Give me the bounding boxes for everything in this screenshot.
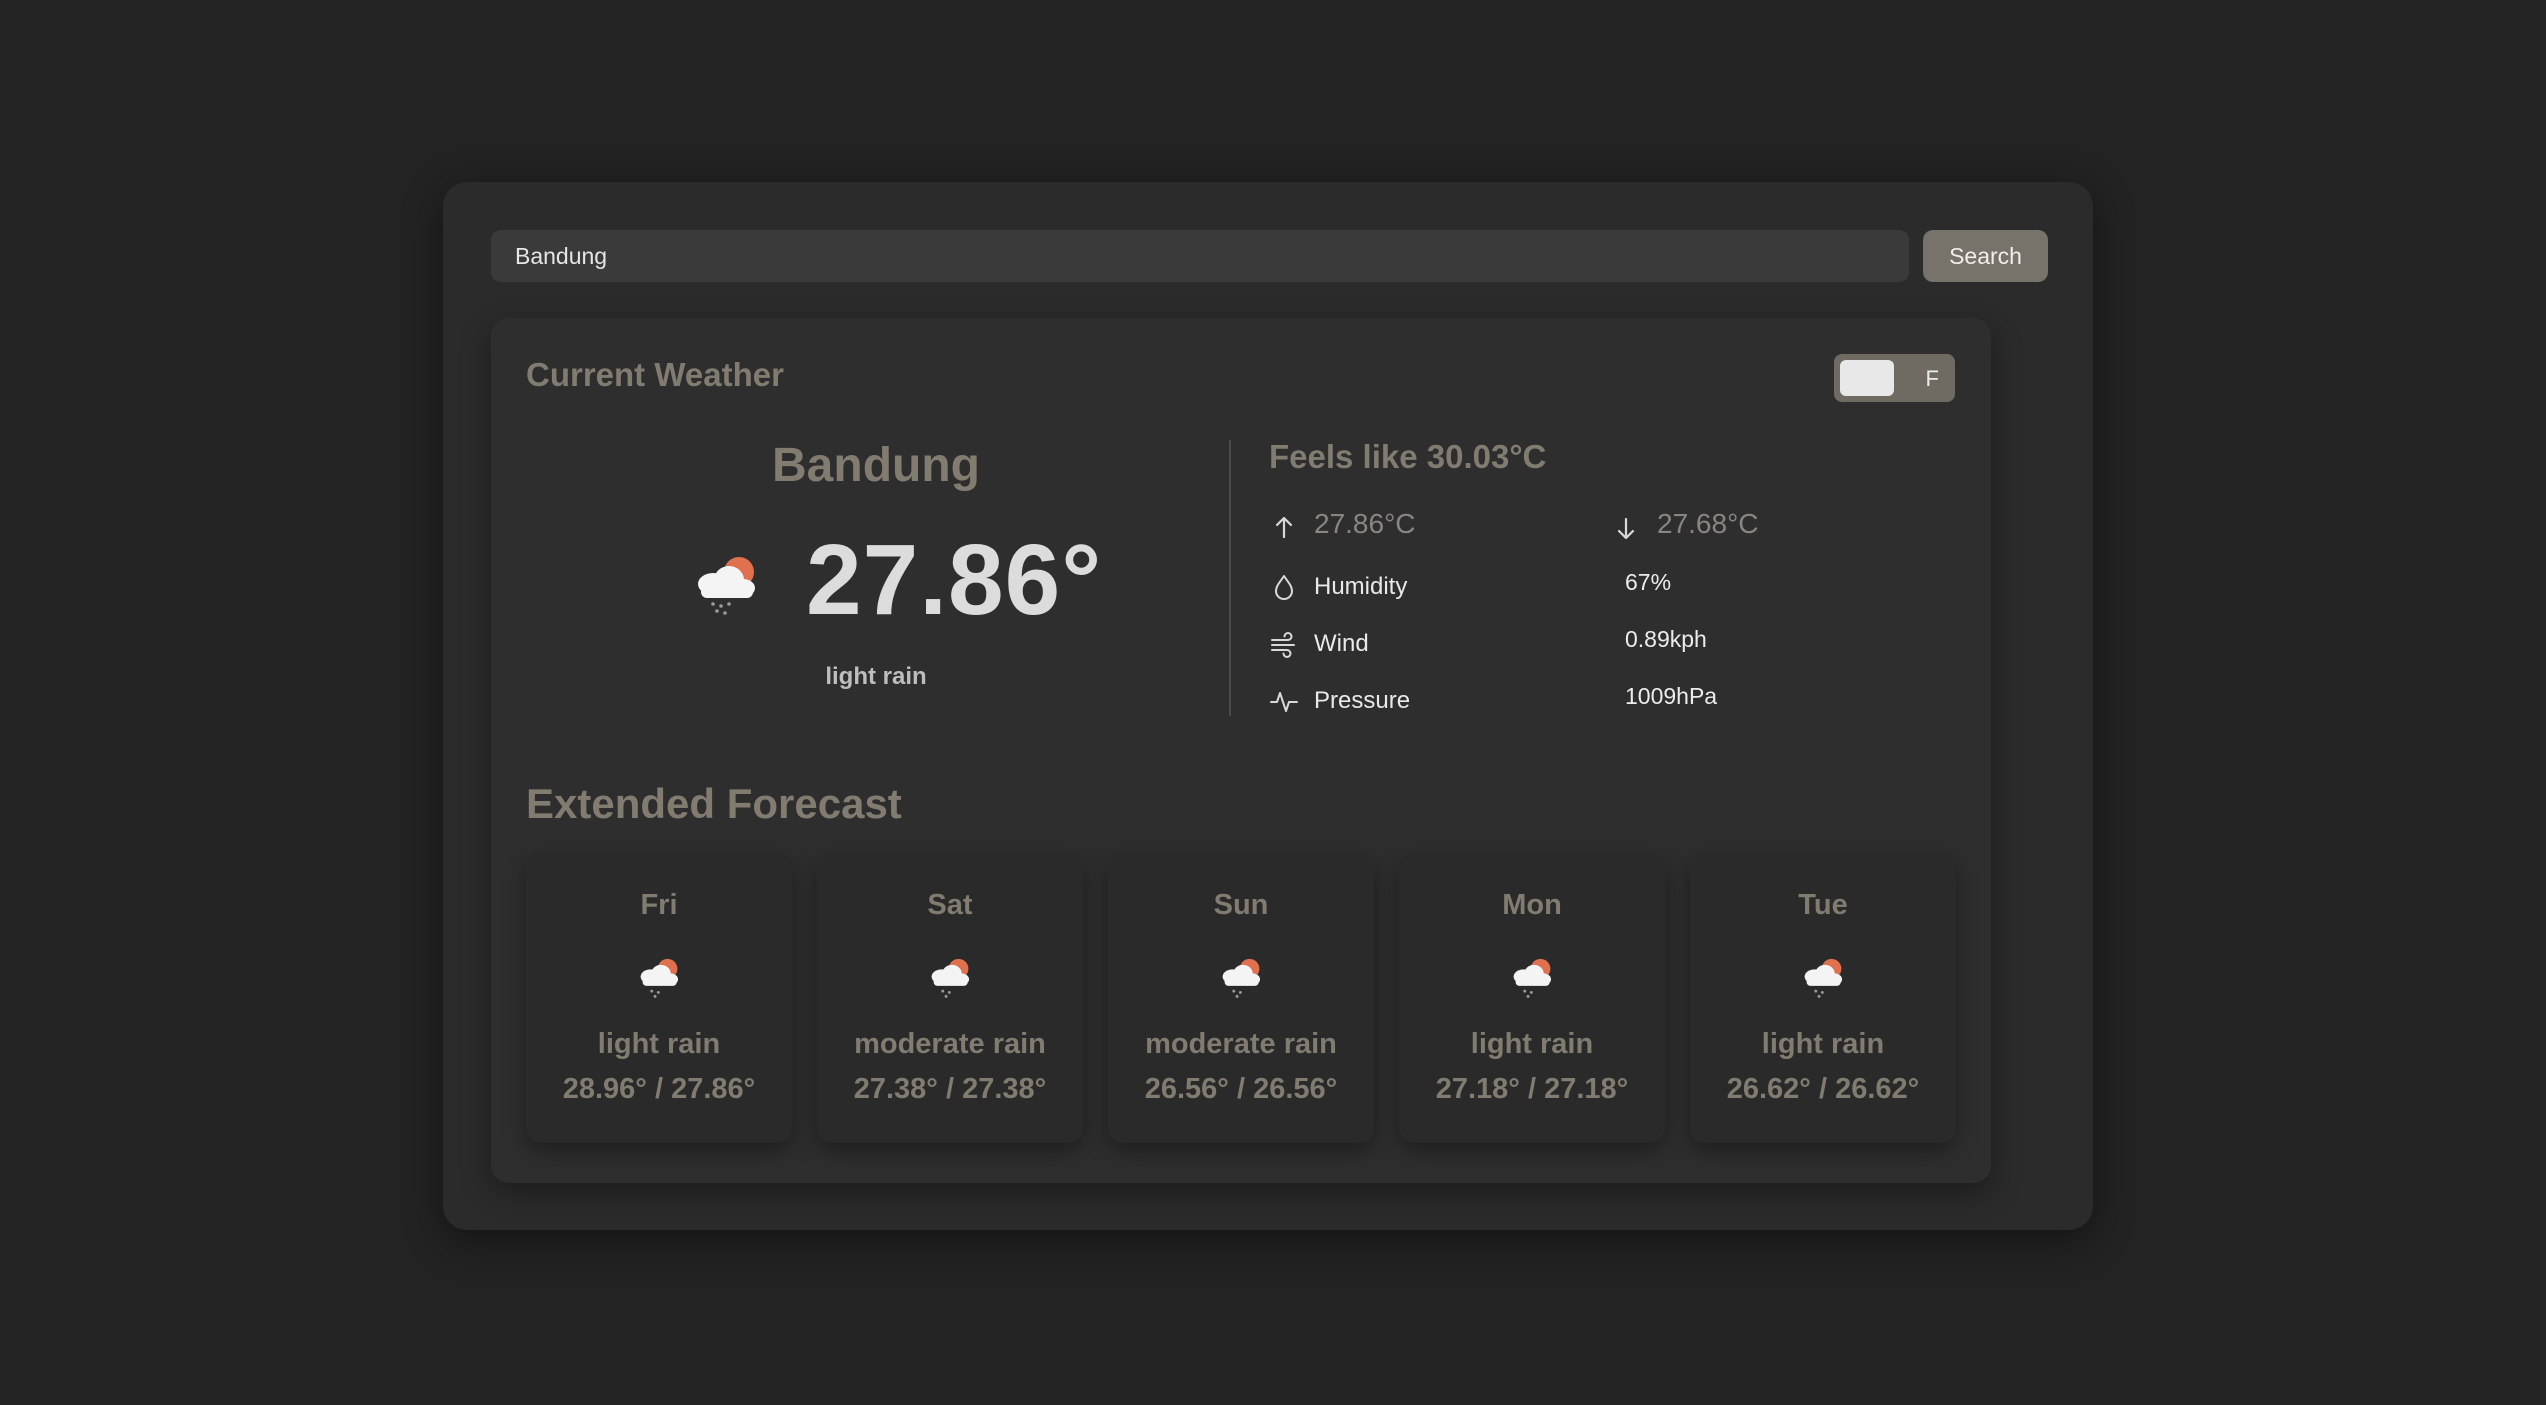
weather-description: light rain: [825, 663, 927, 690]
pressure-label: Pressure: [1314, 687, 1411, 714]
toggle-unit-label: F: [1925, 366, 1939, 391]
panel-divider: [1229, 440, 1231, 716]
humidity-label: Humidity: [1314, 573, 1408, 600]
weather-card: Current Weather F Bandung 27.86° light r…: [491, 318, 1991, 1183]
city-name: Bandung: [772, 439, 980, 492]
temp-min: 27.68°C: [1657, 508, 1759, 539]
forecast-list: Fri light rain 28.96° / 27.86° Sat moder…: [526, 853, 1956, 1143]
cloud-rain-sun-icon: [1222, 958, 1261, 998]
wind-label: Wind: [1314, 630, 1369, 657]
cloud-rain-sun-icon: [931, 958, 970, 998]
feels-like: Feels like 30.03°C: [1269, 438, 1547, 475]
forecast-description: light rain: [597, 1028, 721, 1060]
current-summary: Bandung 27.86° light rain: [526, 438, 1226, 718]
wind-value: 0.89kph: [1625, 626, 1707, 652]
wind-icon: [1271, 632, 1295, 658]
forecast-card: Tue light rain 26.62° / 26.62°: [1690, 853, 1956, 1143]
min-max-row: 27.86°C 27.68°C: [1269, 506, 1959, 546]
unit-toggle[interactable]: F: [1834, 354, 1955, 402]
forecast-day: Sun: [1213, 889, 1269, 921]
pulse-icon: [1270, 692, 1298, 712]
forecast-card: Mon light rain 27.18° / 27.18°: [1399, 853, 1665, 1143]
pressure-value: 1009hPa: [1625, 683, 1718, 709]
current-weather-title: Current Weather: [526, 356, 784, 393]
forecast-temps: 27.38° / 27.38°: [853, 1073, 1047, 1105]
forecast-card: Sat moderate rain 27.38° / 27.38°: [817, 853, 1083, 1143]
forecast-description: moderate rain: [1145, 1028, 1337, 1060]
cloud-rain-sun-icon: [698, 557, 755, 615]
forecast-card: Fri light rain 28.96° / 27.86°: [526, 853, 792, 1143]
humidity-row: Humidity 67%: [1269, 566, 1959, 606]
search-bar: Search: [491, 230, 2048, 282]
weather-app: Search Current Weather F Bandung: [443, 182, 2093, 1230]
weather-details: Feels like 30.03°C 27.86°C 27.68°C Humid…: [1269, 438, 1959, 728]
forecast-day: Sat: [927, 889, 973, 921]
cloud-rain-sun-icon: [1513, 958, 1552, 998]
search-button[interactable]: Search: [1923, 230, 2048, 282]
temp-max: 27.86°C: [1314, 508, 1416, 539]
current-temperature: 27.86°: [806, 524, 1103, 636]
forecast-day: Mon: [1502, 889, 1562, 921]
humidity-value: 67%: [1625, 569, 1672, 595]
forecast-description: light rain: [1470, 1028, 1594, 1060]
cloud-rain-sun-icon: [640, 958, 679, 998]
forecast-temps: 27.18° / 27.18°: [1435, 1073, 1629, 1105]
pressure-row: Pressure 1009hPa: [1269, 680, 1959, 720]
wind-row: Wind 0.89kph: [1269, 623, 1959, 663]
forecast-temps: 26.56° / 26.56°: [1144, 1073, 1338, 1105]
forecast-temps: 26.62° / 26.62°: [1726, 1073, 1920, 1105]
extended-forecast-title: Extended Forecast: [526, 780, 902, 827]
forecast-description: moderate rain: [854, 1028, 1046, 1060]
toggle-knob: [1840, 360, 1894, 396]
arrow-up-icon: [1275, 516, 1293, 539]
forecast-description: light rain: [1761, 1028, 1885, 1060]
forecast-day: Tue: [1798, 889, 1848, 921]
forecast-temps: 28.96° / 27.86°: [562, 1073, 756, 1105]
cloud-rain-sun-icon: [1804, 958, 1843, 998]
arrow-down-icon: [1617, 517, 1635, 540]
droplet-icon: [1275, 575, 1293, 600]
forecast-card: Sun moderate rain 26.56° / 26.56°: [1108, 853, 1374, 1143]
search-input[interactable]: [491, 230, 1909, 282]
forecast-day: Fri: [640, 889, 678, 921]
